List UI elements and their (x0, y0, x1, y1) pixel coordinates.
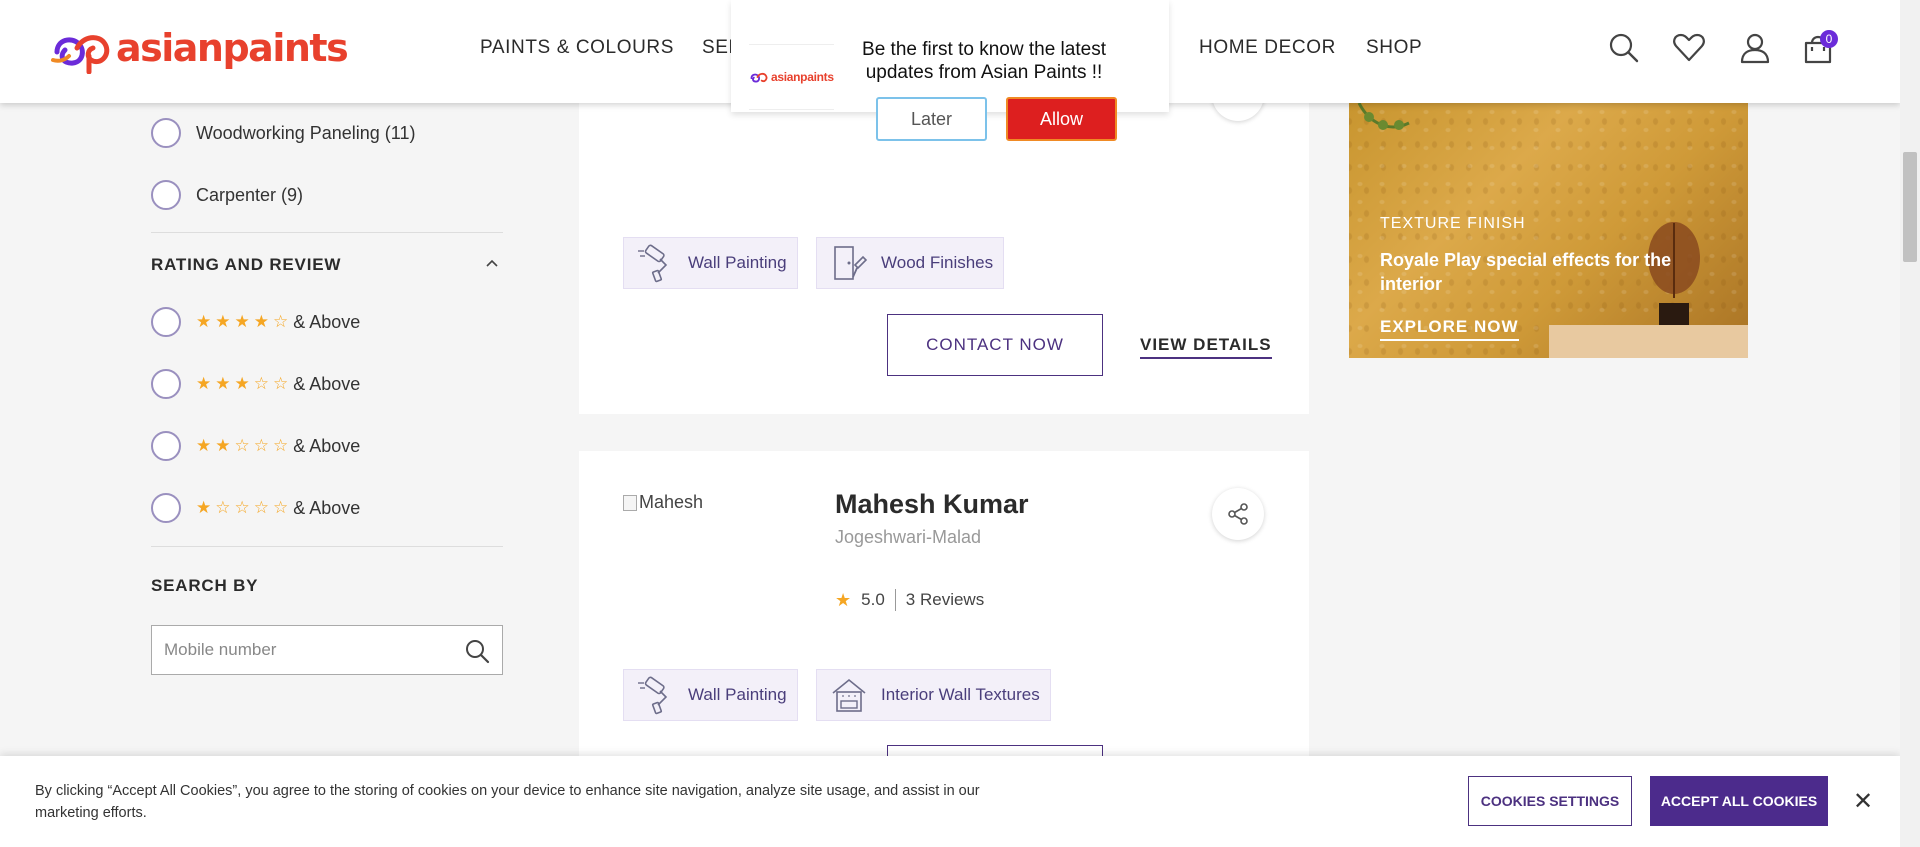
service-tag: Wall Painting (623, 669, 798, 721)
service-tag-label: Wall Painting (688, 685, 787, 704)
notification-brand: asianpaints (771, 70, 834, 84)
hanging-plant-image (1357, 103, 1410, 130)
filter-option-label: Carpenter (9) (196, 184, 304, 205)
rating-option[interactable]: ★☆☆☆☆ & Above (151, 493, 360, 523)
painter-rating: ★ 5.0 3 Reviews (835, 589, 984, 611)
rating-option-label: & Above (293, 497, 361, 518)
notification-permission-popup: asianpaints Be the first to know the lat… (731, 0, 1169, 112)
star-rating: ★★★★☆ (196, 312, 293, 331)
painter-location: Jogeshwari-Malad (835, 527, 982, 547)
banner-eyebrow: TEXTURE FINISH (1380, 215, 1526, 232)
divider (894, 589, 896, 611)
broken-image-icon (623, 494, 637, 511)
painter-name[interactable]: Mahesh Kumar (835, 489, 1029, 520)
logo-wordmark: asianpaints (116, 26, 349, 70)
radio-button[interactable] (151, 431, 181, 461)
share-button[interactable] (1212, 488, 1264, 540)
cookie-consent-bar: By clicking “Accept All Cookies”, you ag… (0, 756, 1900, 847)
rating-option-label: & Above (293, 311, 361, 332)
search-by-title: SEARCH BY (151, 576, 259, 595)
rating-option[interactable]: ★★☆☆☆ & Above (151, 431, 360, 461)
paint-roller-icon (638, 676, 668, 715)
search-icon[interactable] (1607, 31, 1641, 65)
banner-headline: Royale Play special effects for the inte… (1380, 250, 1672, 294)
radio-button[interactable] (151, 369, 181, 399)
rating-value: 5.0 (861, 590, 885, 609)
later-button[interactable]: Later (876, 97, 987, 141)
logo-mark-icon (51, 35, 110, 74)
close-icon[interactable]: ✕ (1848, 786, 1878, 816)
share-icon (1228, 503, 1248, 525)
service-tag-label: Interior Wall Textures (881, 685, 1040, 704)
notification-message: Be the first to know the latest updates … (862, 39, 1106, 83)
nav-paints-colours[interactable]: PAINTS & COLOURS (480, 37, 674, 59)
brand-logo[interactable]: asianpaints (49, 22, 349, 74)
paint-roller-icon (638, 244, 668, 283)
allow-button[interactable]: Allow (1006, 97, 1117, 141)
chevron-up-icon[interactable] (486, 258, 498, 270)
painter-card: Mahesh Mahesh Kumar Jogeshwari-Malad ★ 5… (579, 451, 1309, 771)
user-icon[interactable] (1738, 31, 1772, 65)
service-tag-label: Wall Painting (688, 253, 787, 272)
notification-logo: asianpaints (749, 44, 834, 110)
service-tag: Wood Finishes (816, 237, 1005, 289)
view-details-link[interactable]: VIEW DETAILS (1140, 335, 1272, 359)
service-tag: Wall Painting (623, 237, 798, 289)
painter-card: Wall Painting Wood Finishes CONTACT NOW … (579, 69, 1309, 414)
service-tag: Interior Wall Textures (816, 669, 1051, 721)
radio-button[interactable] (151, 118, 181, 148)
filter-option[interactable]: Carpenter (9) (151, 180, 303, 210)
logo-mark-icon (750, 72, 768, 83)
radio-button[interactable] (151, 493, 181, 523)
contact-now-button[interactable]: CONTACT NOW (887, 314, 1103, 376)
radio-button[interactable] (151, 307, 181, 337)
divider (151, 232, 503, 233)
rating-option[interactable]: ★★★☆☆ & Above (151, 369, 360, 399)
cart-count-badge: 0 (1820, 30, 1838, 48)
rating-option-label: & Above (293, 373, 361, 394)
mobile-search-box (151, 625, 503, 675)
house-icon (832, 678, 866, 712)
filter-option[interactable]: Woodworking Paneling (11) (151, 118, 415, 148)
star-icon: ★ (835, 589, 852, 610)
cookie-message: By clicking “Accept All Cookies”, you ag… (35, 783, 980, 821)
profile-image: Mahesh (623, 492, 703, 513)
accept-all-cookies-button[interactable]: ACCEPT ALL COOKIES (1650, 776, 1828, 826)
star-rating: ★★★☆☆ (196, 374, 293, 393)
decor-shelf (1549, 325, 1748, 358)
star-rating: ★★☆☆☆ (196, 436, 293, 455)
filter-option-label: Woodworking Paneling (11) (196, 122, 416, 143)
profile-image-alt: Mahesh (639, 492, 704, 512)
radio-button[interactable] (151, 180, 181, 210)
heart-icon[interactable] (1672, 31, 1706, 65)
review-count[interactable]: 3 Reviews (906, 590, 984, 610)
mobile-number-input[interactable] (164, 640, 454, 660)
rating-review-title: RATING AND REVIEW (151, 255, 342, 274)
nav-home-decor[interactable]: HOME DECOR (1199, 37, 1336, 59)
door-brush-icon (834, 246, 868, 280)
cookies-settings-button[interactable]: COOKIES SETTINGS (1468, 776, 1632, 826)
nav-shop[interactable]: SHOP (1366, 37, 1422, 59)
service-tag-label: Wood Finishes (881, 253, 994, 272)
search-icon[interactable] (464, 638, 490, 664)
star-rating: ★☆☆☆☆ (196, 498, 293, 517)
page-scrollbar[interactable] (1900, 0, 1920, 847)
explore-now-link[interactable]: EXPLORE NOW (1380, 317, 1519, 341)
promo-banner[interactable]: TEXTURE FINISH Royale Play special effec… (1349, 103, 1748, 358)
rating-option[interactable]: ★★★★☆ & Above (151, 307, 360, 337)
rating-option-label: & Above (293, 435, 361, 456)
scrollbar-thumb[interactable] (1903, 152, 1917, 262)
divider (151, 546, 503, 547)
